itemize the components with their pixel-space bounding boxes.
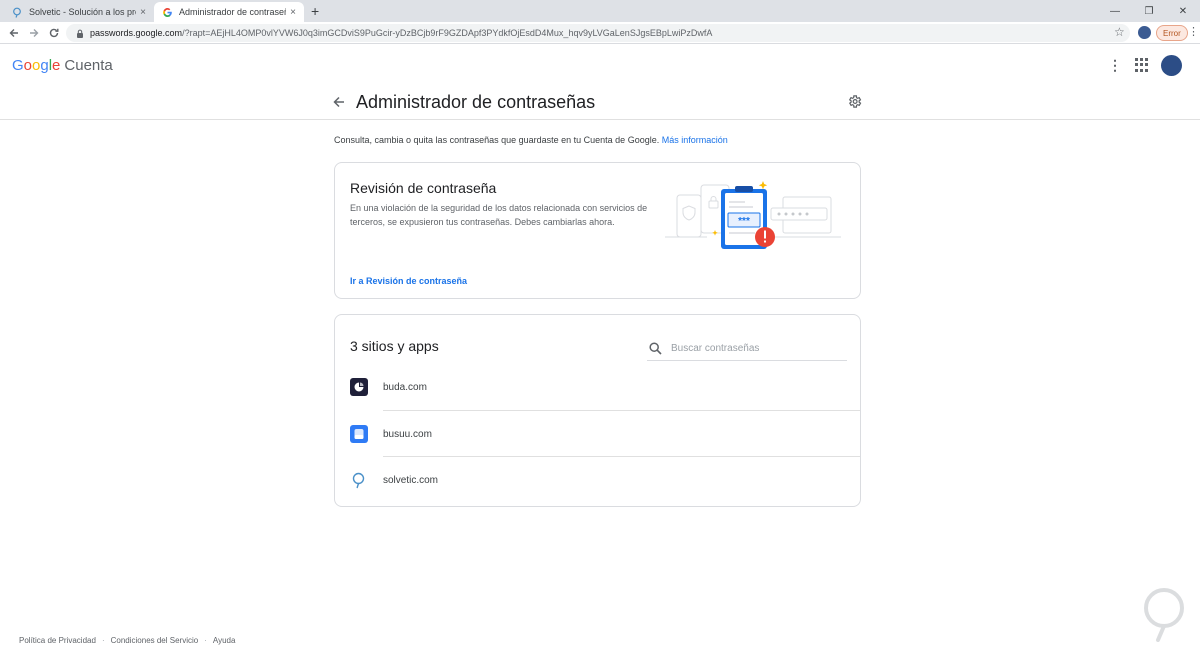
logo-letter: G [12,57,24,74]
page-subheader: Administrador de contraseñas [0,86,1200,120]
sites-count-title: 3 sitios y apps [350,338,439,354]
saved-sites-card: 3 sitios y apps buda.com busuu.com solve… [334,314,861,507]
logo-letter: g [40,57,49,74]
page-title: Administrador de contraseñas [356,92,596,112]
illustration-mask: *** [738,216,750,227]
help-link[interactable]: Ayuda [213,636,236,645]
tab-title: Administrador de contraseñas [179,7,286,17]
learn-more-link[interactable]: Más información [662,135,728,145]
site-name: buda.com [383,381,427,393]
password-search [647,337,847,361]
browser-tab-solvetic[interactable]: Solvetic - Solución a los problem × [4,2,154,22]
search-icon [647,341,663,357]
lock-icon [76,29,84,38]
tab-title: Solvetic - Solución a los problem [29,7,136,17]
intro-description: Consulta, cambia o quita las contraseñas… [334,135,660,145]
tab-close-icon[interactable]: × [286,7,300,18]
site-name: busuu.com [383,428,432,440]
browser-toolbar: passwords.google.com /?rapt=AEjHL4OMP0vl… [0,22,1200,44]
more-options-icon[interactable]: ⋮ [1108,57,1122,74]
password-checkup-card: Revisión de contraseña En una violación … [334,162,861,299]
terms-of-service-link[interactable]: Condiciones del Servicio [111,636,199,645]
url-path: /?rapt=AEjHL4OMP0vlYVW6J0q3imGCDviS9PuGc… [182,28,713,38]
privacy-policy-link[interactable]: Política de Privacidad [19,636,96,645]
apps-grid-icon[interactable] [1135,58,1149,72]
product-name: Cuenta [64,57,113,74]
buda-favicon-icon [350,378,368,396]
logo-letter: e [52,57,61,74]
settings-gear-icon[interactable] [846,93,863,110]
url-host: passwords.google.com [90,28,183,38]
browser-tabstrip: Solvetic - Solución a los problem × Admi… [0,0,1200,22]
intro-text: Consulta, cambia o quita las contraseñas… [334,135,728,145]
google-favicon-icon [162,7,173,18]
solvetic-watermark-icon [1144,588,1184,642]
new-tab-button[interactable]: + [311,3,319,19]
google-account-logo[interactable]: G o o g l e Cuenta [12,57,113,74]
window-controls: — ❐ ✕ [1098,0,1200,22]
go-to-checkup-link[interactable]: Ir a Revisión de contraseña [350,276,467,286]
back-nav-icon[interactable] [6,25,22,41]
search-input[interactable] [671,343,841,354]
checkup-title: Revisión de contraseña [350,180,497,196]
minimize-icon[interactable]: — [1098,0,1132,22]
sync-error-button[interactable]: Error [1156,25,1188,41]
busuu-favicon-icon [350,425,368,443]
back-arrow-icon[interactable] [330,93,348,111]
solvetic-favicon-icon [12,7,23,18]
footer-separator: · [204,636,207,645]
forward-nav-icon[interactable] [26,25,42,41]
reload-icon[interactable] [46,25,62,41]
password-checkup-illustration: *** [665,181,841,249]
logo-letter: o [32,57,41,74]
tab-close-icon[interactable]: × [136,7,150,18]
profile-avatar[interactable] [1137,25,1152,40]
solvetic-favicon-icon [350,471,368,489]
checkup-description: En una violación de la seguridad de los … [350,203,648,227]
logo-letter: o [23,57,33,74]
footer-separator: · [101,636,105,645]
site-row-buda[interactable]: buda.com [335,364,860,410]
browser-tab-passwords[interactable]: Administrador de contraseñas × [154,2,304,22]
site-row-busuu[interactable]: busuu.com [335,411,860,457]
site-row-solvetic[interactable]: solvetic.com [335,457,860,503]
site-name: solvetic.com [383,474,439,486]
restore-icon[interactable]: ❐ [1132,0,1166,22]
app-header: G o o g l e Cuenta ⋮ [0,45,1200,86]
page-footer: Política de Privacidad · Condiciones del… [19,636,235,645]
close-window-icon[interactable]: ✕ [1166,0,1200,22]
account-avatar[interactable] [1161,55,1182,76]
bookmark-star-icon[interactable]: ☆ [1114,25,1125,39]
address-bar[interactable]: passwords.google.com /?rapt=AEjHL4OMP0vl… [66,24,1130,42]
browser-menu-icon[interactable]: ⋮ [1188,25,1199,38]
